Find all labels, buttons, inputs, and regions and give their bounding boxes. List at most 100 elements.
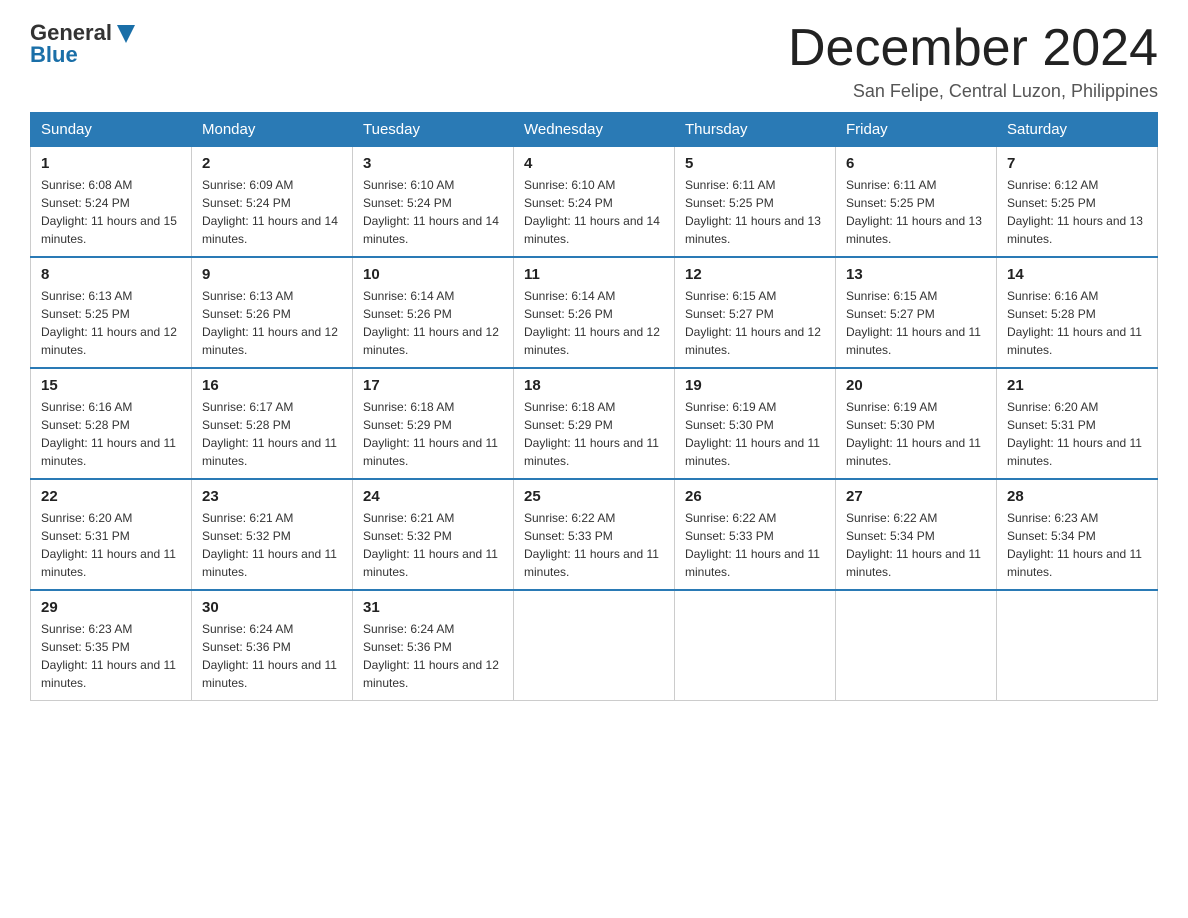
day-info: Sunrise: 6:20 AMSunset: 5:31 PMDaylight:… bbox=[1007, 398, 1147, 470]
calendar-cell: 20 Sunrise: 6:19 AMSunset: 5:30 PMDayligh… bbox=[836, 368, 997, 479]
day-info: Sunrise: 6:17 AMSunset: 5:28 PMDaylight:… bbox=[202, 398, 342, 470]
day-number: 21 bbox=[1007, 377, 1147, 394]
day-number: 5 bbox=[685, 155, 825, 172]
day-number: 27 bbox=[846, 488, 986, 505]
header-wednesday: Wednesday bbox=[514, 113, 675, 147]
day-number: 2 bbox=[202, 155, 342, 172]
day-number: 28 bbox=[1007, 488, 1147, 505]
day-number: 17 bbox=[363, 377, 503, 394]
calendar-cell: 8 Sunrise: 6:13 AMSunset: 5:25 PMDaylight… bbox=[31, 257, 192, 368]
logo-inner: General Blue bbox=[30, 20, 137, 68]
calendar-cell: 6Sunrise: 6:11 AMSunset: 5:25 PMDaylight… bbox=[836, 147, 997, 258]
calendar-cell: 22 Sunrise: 6:20 AMSunset: 5:31 PMDayligh… bbox=[31, 479, 192, 590]
day-info: Sunrise: 6:22 AMSunset: 5:33 PMDaylight:… bbox=[685, 509, 825, 581]
calendar-cell: 27 Sunrise: 6:22 AMSunset: 5:34 PMDayligh… bbox=[836, 479, 997, 590]
day-number: 11 bbox=[524, 266, 664, 283]
day-info: Sunrise: 6:24 AMSunset: 5:36 PMDaylight:… bbox=[202, 620, 342, 692]
header-monday: Monday bbox=[192, 113, 353, 147]
calendar-cell: 13 Sunrise: 6:15 AMSunset: 5:27 PMDayligh… bbox=[836, 257, 997, 368]
day-number: 8 bbox=[41, 266, 181, 283]
day-info: Sunrise: 6:20 AMSunset: 5:31 PMDaylight:… bbox=[41, 509, 181, 581]
day-info: Sunrise: 6:22 AMSunset: 5:33 PMDaylight:… bbox=[524, 509, 664, 581]
calendar-cell: 3 Sunrise: 6:10 AMSunset: 5:24 PMDaylight… bbox=[353, 147, 514, 258]
day-number: 29 bbox=[41, 599, 181, 616]
day-number: 1 bbox=[41, 155, 181, 172]
logo: General Blue bbox=[30, 20, 137, 68]
day-info: Sunrise: 6:19 AMSunset: 5:30 PMDaylight:… bbox=[685, 398, 825, 470]
day-info: Sunrise: 6:23 AMSunset: 5:35 PMDaylight:… bbox=[41, 620, 181, 692]
header-sunday: Sunday bbox=[31, 113, 192, 147]
calendar-cell: 12 Sunrise: 6:15 AMSunset: 5:27 PMDayligh… bbox=[675, 257, 836, 368]
logo-blue-text: Blue bbox=[30, 42, 137, 68]
day-number: 3 bbox=[363, 155, 503, 172]
calendar-cell: 31Sunrise: 6:24 AMSunset: 5:36 PMDayligh… bbox=[353, 590, 514, 701]
day-info: Sunrise: 6:10 AMSunset: 5:24 PMDaylight:… bbox=[524, 176, 664, 248]
calendar-cell: 21 Sunrise: 6:20 AMSunset: 5:31 PMDayligh… bbox=[997, 368, 1158, 479]
month-title: December 2024 bbox=[788, 20, 1158, 77]
day-number: 20 bbox=[846, 377, 986, 394]
calendar-week-1: 1Sunrise: 6:08 AMSunset: 5:24 PMDaylight… bbox=[31, 147, 1158, 258]
calendar-cell: 28 Sunrise: 6:23 AMSunset: 5:34 PMDayligh… bbox=[997, 479, 1158, 590]
calendar-cell: 15 Sunrise: 6:16 AMSunset: 5:28 PMDayligh… bbox=[31, 368, 192, 479]
calendar-cell: 16 Sunrise: 6:17 AMSunset: 5:28 PMDayligh… bbox=[192, 368, 353, 479]
day-number: 25 bbox=[524, 488, 664, 505]
day-info: Sunrise: 6:15 AMSunset: 5:27 PMDaylight:… bbox=[846, 287, 986, 359]
day-info: Sunrise: 6:16 AMSunset: 5:28 PMDaylight:… bbox=[41, 398, 181, 470]
day-info: Sunrise: 6:12 AMSunset: 5:25 PMDaylight:… bbox=[1007, 176, 1147, 248]
day-info: Sunrise: 6:14 AMSunset: 5:26 PMDaylight:… bbox=[363, 287, 503, 359]
day-number: 26 bbox=[685, 488, 825, 505]
header-saturday: Saturday bbox=[997, 113, 1158, 147]
day-number: 31 bbox=[363, 599, 503, 616]
calendar-cell: 25 Sunrise: 6:22 AMSunset: 5:33 PMDayligh… bbox=[514, 479, 675, 590]
day-info: Sunrise: 6:19 AMSunset: 5:30 PMDaylight:… bbox=[846, 398, 986, 470]
calendar-table: SundayMondayTuesdayWednesdayThursdayFrid… bbox=[30, 112, 1158, 701]
day-number: 22 bbox=[41, 488, 181, 505]
day-info: Sunrise: 6:09 AMSunset: 5:24 PMDaylight:… bbox=[202, 176, 342, 248]
day-info: Sunrise: 6:11 AMSunset: 5:25 PMDaylight:… bbox=[685, 176, 825, 248]
day-number: 9 bbox=[202, 266, 342, 283]
calendar-cell: 14Sunrise: 6:16 AMSunset: 5:28 PMDayligh… bbox=[997, 257, 1158, 368]
day-info: Sunrise: 6:10 AMSunset: 5:24 PMDaylight:… bbox=[363, 176, 503, 248]
day-number: 16 bbox=[202, 377, 342, 394]
day-number: 30 bbox=[202, 599, 342, 616]
calendar-cell bbox=[836, 590, 997, 701]
day-info: Sunrise: 6:21 AMSunset: 5:32 PMDaylight:… bbox=[202, 509, 342, 581]
calendar-cell: 5 Sunrise: 6:11 AMSunset: 5:25 PMDaylight… bbox=[675, 147, 836, 258]
title-block: December 2024 San Felipe, Central Luzon,… bbox=[788, 20, 1158, 102]
header-tuesday: Tuesday bbox=[353, 113, 514, 147]
calendar-cell: 17 Sunrise: 6:18 AMSunset: 5:29 PMDayligh… bbox=[353, 368, 514, 479]
calendar-cell: 30 Sunrise: 6:24 AMSunset: 5:36 PMDayligh… bbox=[192, 590, 353, 701]
day-info: Sunrise: 6:11 AMSunset: 5:25 PMDaylight:… bbox=[846, 176, 986, 248]
day-number: 12 bbox=[685, 266, 825, 283]
calendar-cell: 1Sunrise: 6:08 AMSunset: 5:24 PMDaylight… bbox=[31, 147, 192, 258]
calendar-cell: 9Sunrise: 6:13 AMSunset: 5:26 PMDaylight… bbox=[192, 257, 353, 368]
day-info: Sunrise: 6:22 AMSunset: 5:34 PMDaylight:… bbox=[846, 509, 986, 581]
calendar-header-row: SundayMondayTuesdayWednesdayThursdayFrid… bbox=[31, 113, 1158, 147]
day-info: Sunrise: 6:14 AMSunset: 5:26 PMDaylight:… bbox=[524, 287, 664, 359]
day-number: 19 bbox=[685, 377, 825, 394]
calendar-cell: 19 Sunrise: 6:19 AMSunset: 5:30 PMDayligh… bbox=[675, 368, 836, 479]
calendar-cell: 11 Sunrise: 6:14 AMSunset: 5:26 PMDayligh… bbox=[514, 257, 675, 368]
header-friday: Friday bbox=[836, 113, 997, 147]
calendar-week-4: 22 Sunrise: 6:20 AMSunset: 5:31 PMDayligh… bbox=[31, 479, 1158, 590]
day-number: 13 bbox=[846, 266, 986, 283]
calendar-cell bbox=[514, 590, 675, 701]
day-info: Sunrise: 6:18 AMSunset: 5:29 PMDaylight:… bbox=[524, 398, 664, 470]
day-number: 15 bbox=[41, 377, 181, 394]
calendar-cell: 26 Sunrise: 6:22 AMSunset: 5:33 PMDayligh… bbox=[675, 479, 836, 590]
day-info: Sunrise: 6:18 AMSunset: 5:29 PMDaylight:… bbox=[363, 398, 503, 470]
calendar-cell: 29 Sunrise: 6:23 AMSunset: 5:35 PMDayligh… bbox=[31, 590, 192, 701]
calendar-cell: 18Sunrise: 6:18 AMSunset: 5:29 PMDayligh… bbox=[514, 368, 675, 479]
day-number: 23 bbox=[202, 488, 342, 505]
day-info: Sunrise: 6:16 AMSunset: 5:28 PMDaylight:… bbox=[1007, 287, 1147, 359]
page-header: General Blue December 2024 San Felipe, C… bbox=[30, 20, 1158, 102]
calendar-cell bbox=[675, 590, 836, 701]
day-info: Sunrise: 6:13 AMSunset: 5:25 PMDaylight:… bbox=[41, 287, 181, 359]
day-info: Sunrise: 6:23 AMSunset: 5:34 PMDaylight:… bbox=[1007, 509, 1147, 581]
calendar-cell: 2 Sunrise: 6:09 AMSunset: 5:24 PMDaylight… bbox=[192, 147, 353, 258]
day-number: 4 bbox=[524, 155, 664, 172]
day-info: Sunrise: 6:15 AMSunset: 5:27 PMDaylight:… bbox=[685, 287, 825, 359]
calendar-cell: 23 Sunrise: 6:21 AMSunset: 5:32 PMDayligh… bbox=[192, 479, 353, 590]
calendar-cell bbox=[997, 590, 1158, 701]
day-number: 10 bbox=[363, 266, 503, 283]
